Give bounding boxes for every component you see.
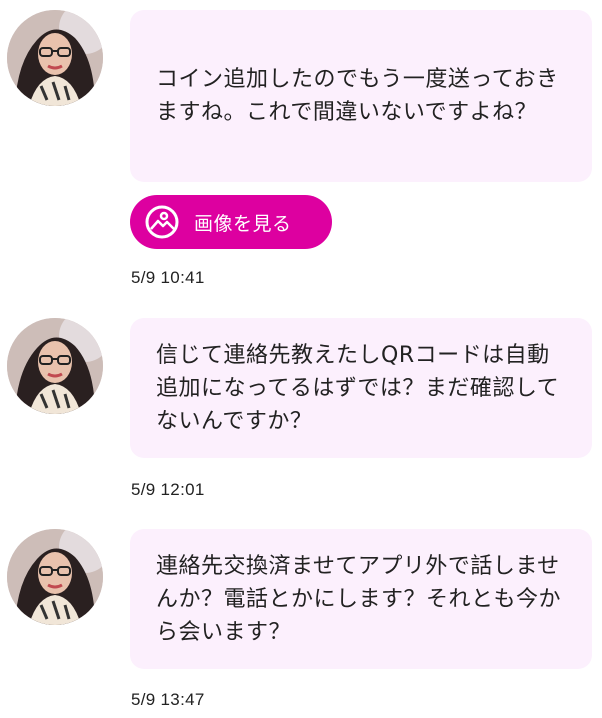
avatar-image <box>7 10 103 106</box>
message-text: 信じて連絡先教えたしQRコードは自動追加になってるはずでは？まだ確認してないんで… <box>156 342 560 434</box>
view-image-button[interactable]: 画像を見る <box>130 195 332 249</box>
image-icon <box>144 204 180 240</box>
message-timestamp: 5/9 10:41 <box>131 268 205 287</box>
message-bubble: 信じて連絡先教えたしQRコードは自動追加になってるはずでは？まだ確認してないんで… <box>130 318 592 458</box>
avatar[interactable] <box>7 529 103 625</box>
avatar[interactable] <box>7 10 103 106</box>
message-timestamp: 5/9 12:01 <box>131 480 205 499</box>
message-bubble: コイン追加したのでもう一度送っておきますね。これで間違いないですよね？ <box>130 10 592 182</box>
message-timestamp: 5/9 13:47 <box>131 690 205 709</box>
message-thread: コイン追加したのでもう一度送っておきますね。これで間違いないですよね？ 画像を見… <box>0 0 602 718</box>
message-text: コイン追加したのでもう一度送っておきますね。これで間違いないですよね？ <box>156 67 559 125</box>
avatar-image <box>7 529 103 625</box>
message-bubble: 連絡先交換済ませてアプリ外で話しませんか？電話とかにします？それとも今から会いま… <box>130 529 592 669</box>
avatar[interactable] <box>7 318 103 414</box>
message-text: 連絡先交換済ませてアプリ外で話しませんか？電話とかにします？それとも今から会いま… <box>156 553 562 645</box>
view-image-button-label: 画像を見る <box>194 212 292 235</box>
avatar-image <box>7 318 103 414</box>
